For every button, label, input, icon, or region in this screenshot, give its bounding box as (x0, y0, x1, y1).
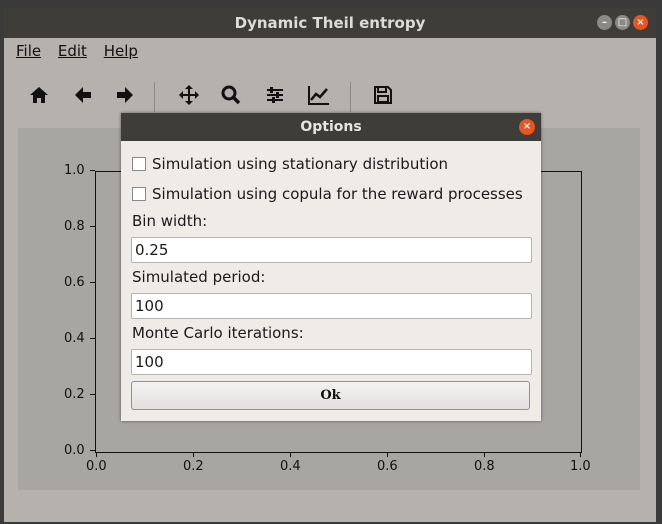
xtick-label: 1.0 (570, 459, 591, 474)
checkbox-label: Simulation using copula for the reward p… (152, 185, 523, 203)
menu-edit[interactable]: Edit (58, 42, 87, 60)
xtick-label: 0.4 (280, 459, 301, 474)
ytick-label: 0.8 (64, 219, 85, 234)
simulated-period-label: Simulated period: (132, 268, 266, 286)
ok-button[interactable]: Ok (131, 381, 530, 410)
dialog-titlebar: Options × (121, 113, 541, 141)
checkbox-label: Simulation using stationary distribution (152, 155, 449, 173)
simulated-period-input[interactable]: 100 (131, 293, 532, 319)
home-icon[interactable] (26, 84, 52, 110)
pan-icon[interactable] (176, 84, 202, 110)
ytick-label: 0.0 (64, 443, 85, 458)
xtick-label: 0.6 (377, 459, 398, 474)
configure-subplots-icon[interactable] (262, 84, 288, 110)
forward-arrow-icon[interactable] (112, 84, 138, 110)
dialog-title: Options (300, 119, 362, 135)
menu-file[interactable]: File (16, 42, 41, 60)
minimize-button[interactable]: – (597, 15, 612, 30)
close-button[interactable]: × (633, 15, 648, 30)
stationary-distribution-checkbox[interactable]: Simulation using stationary distribution (132, 155, 448, 173)
save-icon[interactable] (370, 84, 396, 110)
ytick-label: 0.6 (64, 275, 85, 290)
dialog-close-button[interactable]: × (519, 119, 535, 135)
edit-axis-icon[interactable] (306, 84, 332, 110)
toolbar (4, 80, 656, 116)
checkbox-box[interactable] (132, 187, 146, 201)
window-titlebar: Dynamic Theil entropy – □ × (4, 8, 656, 38)
menu-help[interactable]: Help (104, 42, 138, 60)
monte-carlo-label: Monte Carlo iterations: (132, 324, 304, 342)
bin-width-input[interactable]: 0.25 (131, 237, 532, 263)
xtick-label: 0.2 (183, 459, 204, 474)
checkbox-box[interactable] (132, 157, 146, 171)
copula-checkbox[interactable]: Simulation using copula for the reward p… (132, 185, 523, 203)
window-title: Dynamic Theil entropy (234, 14, 426, 32)
maximize-button[interactable]: □ (615, 15, 630, 30)
monte-carlo-input[interactable]: 100 (131, 349, 532, 375)
options-dialog: Options × Simulation using stationary di… (121, 113, 541, 421)
xtick-label: 0.0 (86, 459, 107, 474)
bin-width-label: Bin width: (132, 212, 208, 230)
zoom-icon[interactable] (218, 84, 244, 110)
back-arrow-icon[interactable] (70, 84, 96, 110)
ytick-label: 0.4 (64, 331, 85, 346)
ytick-label: 0.2 (64, 387, 85, 402)
xtick-label: 0.8 (474, 459, 495, 474)
menu-bar: File Edit Help (4, 38, 656, 64)
ytick-label: 1.0 (64, 163, 85, 178)
